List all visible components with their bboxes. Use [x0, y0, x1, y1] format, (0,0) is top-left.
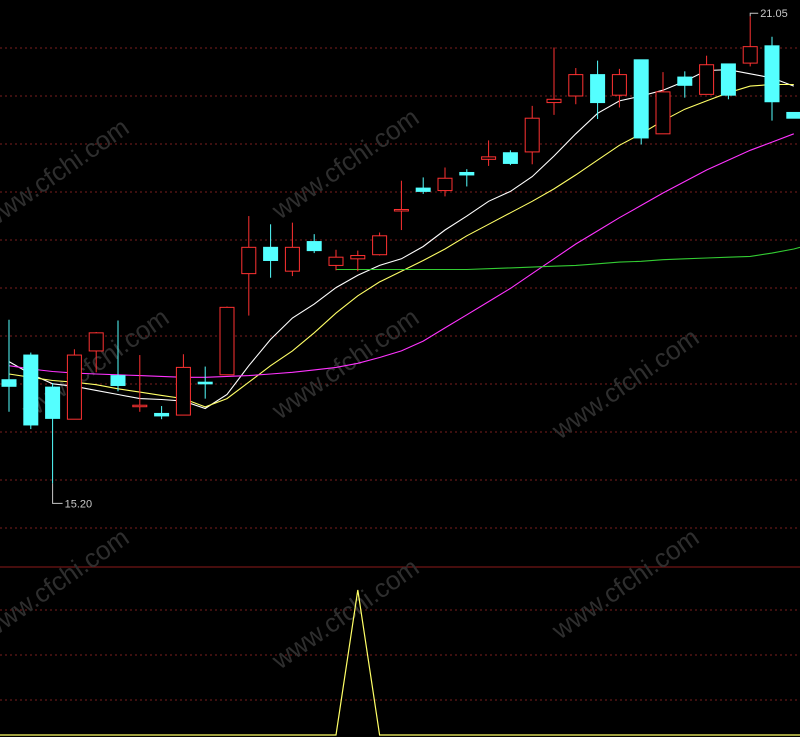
candle-up — [524, 117, 540, 153]
candle-down — [1, 379, 17, 387]
candle-up — [328, 256, 344, 266]
chart-canvas: www.cfchi.com www.cfchi.comwww.cfchi.comw… — [0, 0, 800, 737]
low-price-label: 15.20 — [65, 498, 93, 510]
candle-up — [66, 354, 82, 420]
high-price-label: 21.05 — [760, 8, 788, 20]
candle-up — [481, 156, 497, 160]
candle-down — [459, 171, 475, 176]
candle-up — [372, 235, 388, 256]
candle-down — [263, 246, 279, 261]
candle-up — [219, 306, 235, 376]
candle-down — [786, 111, 800, 119]
candle-up — [742, 46, 758, 64]
candle-down — [633, 59, 649, 139]
candle-up — [284, 246, 300, 272]
candle-up — [175, 366, 191, 416]
candle-down — [23, 354, 39, 426]
candle-up — [393, 208, 409, 212]
candle-down — [720, 63, 736, 96]
candle-down — [590, 74, 606, 104]
candle-down — [415, 187, 431, 192]
candle-up — [611, 74, 627, 96]
candle-up — [88, 332, 104, 352]
stock-chart: www.cfchi.com www.cfchi.com www.cfchi.com w… — [0, 0, 800, 737]
candle-down — [677, 76, 693, 86]
candle-up — [699, 64, 715, 95]
candle-down — [764, 45, 780, 103]
candle-up — [350, 255, 366, 260]
candle-up — [241, 246, 257, 275]
candle-down — [45, 386, 61, 419]
candle-down — [306, 241, 322, 252]
candle-down — [197, 381, 213, 385]
candle-up — [546, 98, 562, 104]
candle-up — [568, 74, 584, 97]
candle-down — [110, 375, 126, 386]
candle-up — [655, 91, 671, 135]
candle-down — [502, 152, 518, 164]
candle-down — [154, 412, 170, 417]
candle-up — [132, 404, 148, 408]
candle-up — [437, 177, 453, 192]
